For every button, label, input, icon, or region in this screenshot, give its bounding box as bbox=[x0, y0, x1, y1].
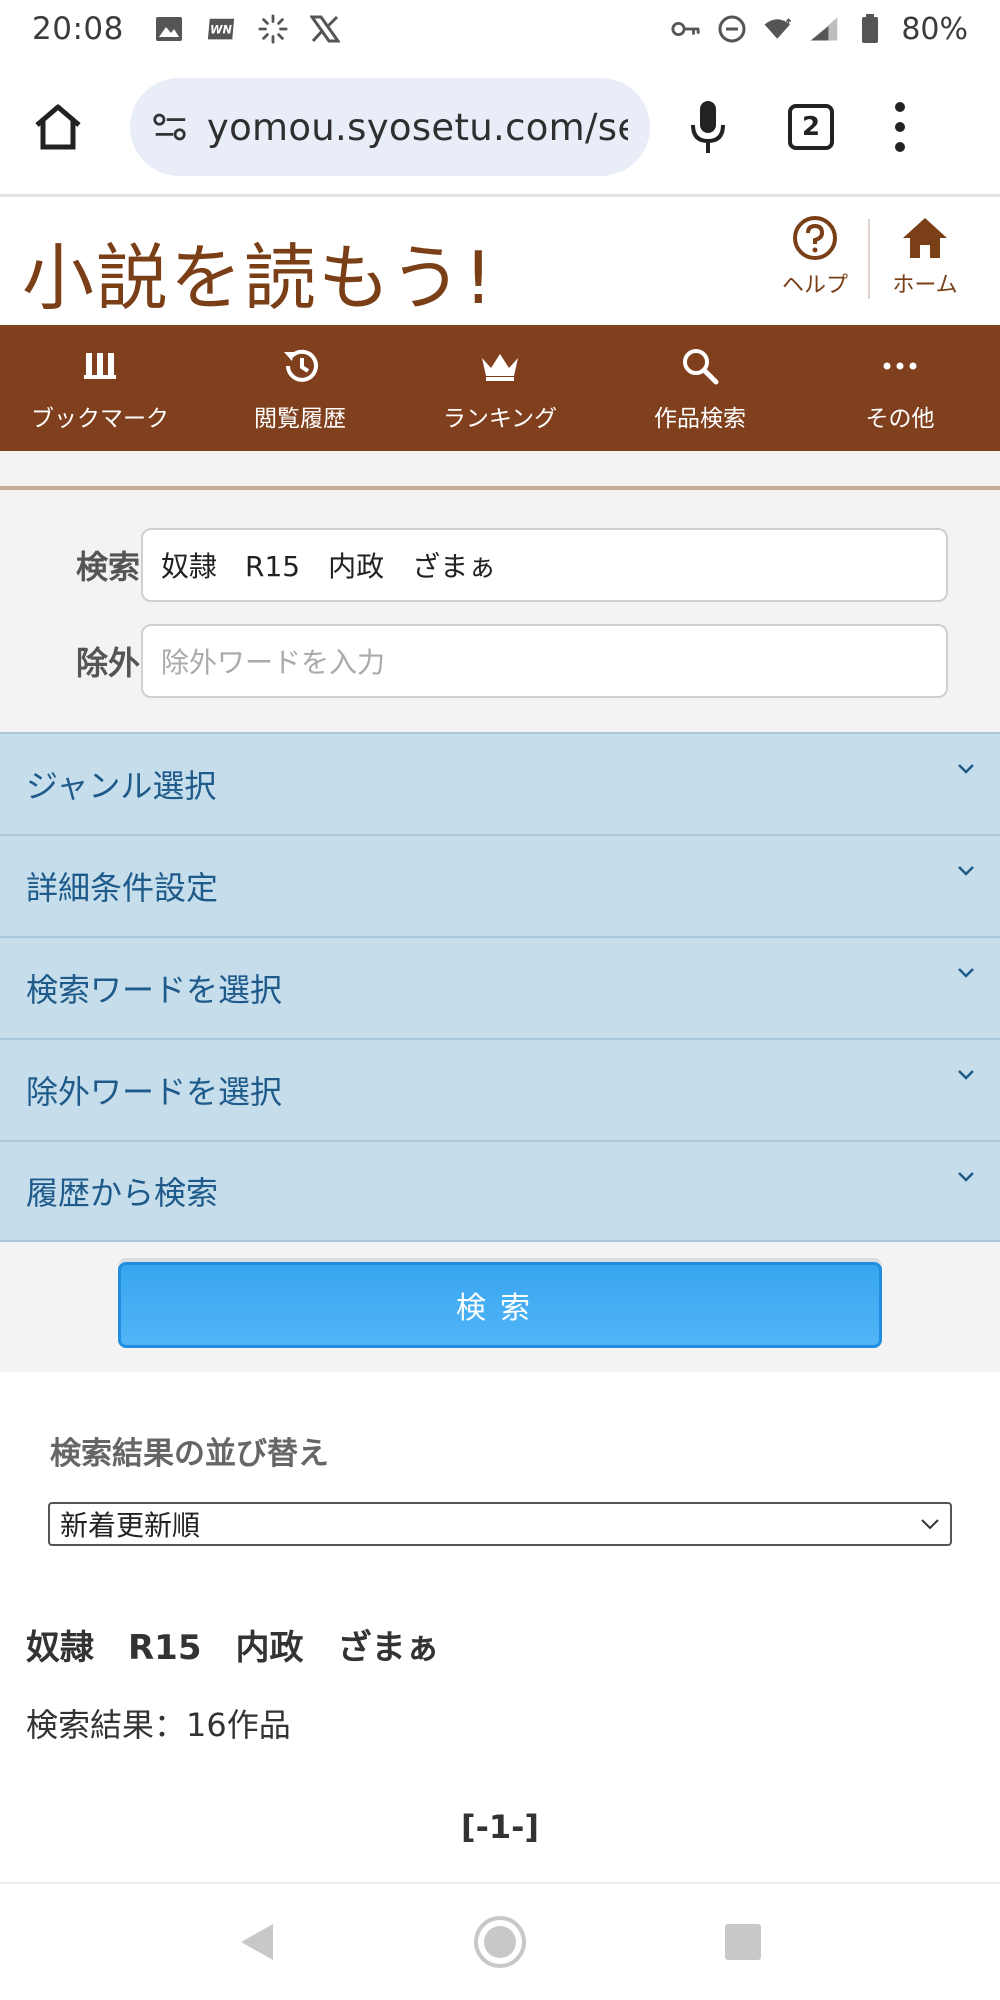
site-header: 小説を読もう! ヘルプ ホーム bbox=[0, 197, 1000, 325]
crown-icon bbox=[479, 343, 521, 389]
exclude-label: 除外 bbox=[75, 644, 140, 682]
chevron-down-icon bbox=[958, 1172, 974, 1182]
more-icon bbox=[882, 343, 918, 389]
exclude-row: 除外 除外ワードを入力 bbox=[0, 624, 1000, 698]
accordion-label: 検索ワードを選択 bbox=[26, 971, 283, 1009]
address-bar[interactable]: yomou.syosetu.com/sea bbox=[130, 78, 650, 176]
wifi-icon bbox=[763, 14, 793, 44]
result-query: 奴隷 R15 内政 ざまぁ bbox=[26, 1628, 440, 1668]
browser-home-button[interactable] bbox=[24, 93, 92, 161]
sort-title: 検索結果の並び替え bbox=[50, 1436, 329, 1472]
search-submit-button[interactable]: 検索 bbox=[118, 1262, 882, 1348]
main-nav: ブックマーク 閲覧履歴 ランキング 作品検索 その他 bbox=[0, 325, 1000, 451]
home-label: ホーム bbox=[892, 273, 958, 298]
accordion-detail[interactable]: 詳細条件設定 bbox=[0, 834, 1000, 936]
dnd-icon bbox=[717, 14, 747, 44]
spacer bbox=[0, 451, 1000, 487]
nav-label: ランキング bbox=[442, 406, 558, 432]
notification-icons: WN bbox=[154, 14, 340, 44]
browser-toolbar: yomou.syosetu.com/sea 2 bbox=[0, 62, 1000, 192]
help-link[interactable]: ヘルプ bbox=[765, 215, 865, 299]
svg-text:WN: WN bbox=[210, 24, 232, 37]
chevron-down-icon bbox=[958, 968, 974, 978]
site-logo[interactable]: 小説を読もう! bbox=[22, 219, 495, 324]
battery-icon bbox=[855, 14, 885, 44]
chevron-down-icon bbox=[958, 1070, 974, 1080]
nav-label: ブックマーク bbox=[31, 406, 169, 432]
image-icon bbox=[154, 14, 184, 44]
accordion-exclude-select[interactable]: 除外ワードを選択 bbox=[0, 1038, 1000, 1140]
browser-menu-button[interactable] bbox=[890, 97, 910, 157]
search-icon bbox=[680, 343, 720, 389]
accordion-label: 詳細条件設定 bbox=[26, 869, 219, 907]
signal-icon bbox=[809, 14, 839, 44]
home-link[interactable]: ホーム bbox=[875, 215, 975, 299]
nav-ranking[interactable]: ランキング bbox=[400, 325, 600, 451]
header-separator bbox=[868, 219, 870, 299]
nav-label: 閲覧履歴 bbox=[254, 406, 346, 432]
url-text: yomou.syosetu.com/sea bbox=[206, 105, 628, 149]
loading-icon bbox=[258, 14, 288, 44]
wn-app-icon: WN bbox=[206, 14, 236, 44]
key-icon bbox=[671, 14, 701, 44]
chevron-down-icon bbox=[958, 764, 974, 774]
accordion-history[interactable]: 履歴から検索 bbox=[0, 1140, 1000, 1242]
status-bar: 20:08 WN 80% bbox=[0, 0, 1000, 58]
keyword-row: 検索 奴隷 R15 内政 ざまぁ bbox=[0, 528, 1000, 602]
keyword-input[interactable]: 奴隷 R15 内政 ざまぁ bbox=[141, 528, 948, 602]
tab-switcher-button[interactable]: 2 bbox=[788, 104, 834, 150]
battery-percent: 80% bbox=[901, 11, 968, 47]
status-time: 20:08 bbox=[32, 11, 124, 47]
accordion-genre[interactable]: ジャンル選択 bbox=[0, 732, 1000, 834]
accordion-label: ジャンル選択 bbox=[26, 767, 217, 805]
search-form: 検索 奴隷 R15 内政 ざまぁ 除外 除外ワードを入力 bbox=[0, 490, 1000, 732]
back-icon[interactable] bbox=[237, 1920, 277, 1964]
nav-search[interactable]: 作品検索 bbox=[600, 325, 800, 451]
bookmark-icon bbox=[83, 343, 117, 389]
accordion-keyword-select[interactable]: 検索ワードを選択 bbox=[0, 936, 1000, 1038]
system-icons: 80% bbox=[671, 12, 968, 47]
help-label: ヘルプ bbox=[781, 273, 848, 298]
sort-selected-value: 新着更新順 bbox=[60, 1509, 201, 1542]
search-button-area: 検索 bbox=[0, 1242, 1000, 1372]
recents-icon[interactable] bbox=[723, 1922, 763, 1962]
keyword-label: 検索 bbox=[75, 548, 140, 586]
search-options-accordion: ジャンル選択 詳細条件設定 検索ワードを選択 除外ワードを選択 履歴から検索 bbox=[0, 732, 1000, 1242]
nav-label: その他 bbox=[865, 406, 935, 432]
home-icon bbox=[903, 218, 947, 258]
home-outline-icon bbox=[35, 104, 81, 150]
chevron-down-icon bbox=[958, 866, 974, 876]
nav-label: 作品検索 bbox=[654, 406, 746, 432]
system-navigation-bar bbox=[0, 1884, 1000, 2000]
history-icon bbox=[280, 343, 320, 389]
sort-select[interactable]: 新着更新順 bbox=[48, 1502, 952, 1546]
nav-more[interactable]: その他 bbox=[800, 325, 1000, 451]
accordion-label: 履歴から検索 bbox=[26, 1174, 219, 1212]
microphone-icon bbox=[691, 101, 725, 153]
exclude-input[interactable]: 除外ワードを入力 bbox=[141, 624, 948, 698]
nav-bookmark[interactable]: ブックマーク bbox=[0, 325, 200, 451]
accordion-label: 除外ワードを選択 bbox=[26, 1073, 283, 1111]
voice-search-button[interactable] bbox=[680, 93, 736, 161]
pagination[interactable]: [-1-] bbox=[0, 1808, 1000, 1846]
site-settings-icon[interactable] bbox=[152, 110, 189, 144]
x-icon bbox=[309, 14, 340, 44]
home-circle-icon[interactable] bbox=[472, 1914, 528, 1970]
nav-history[interactable]: 閲覧履歴 bbox=[200, 325, 400, 451]
help-icon bbox=[793, 216, 837, 260]
chevron-down-icon bbox=[921, 1519, 939, 1530]
result-count: 検索結果：16作品 bbox=[26, 1706, 291, 1744]
